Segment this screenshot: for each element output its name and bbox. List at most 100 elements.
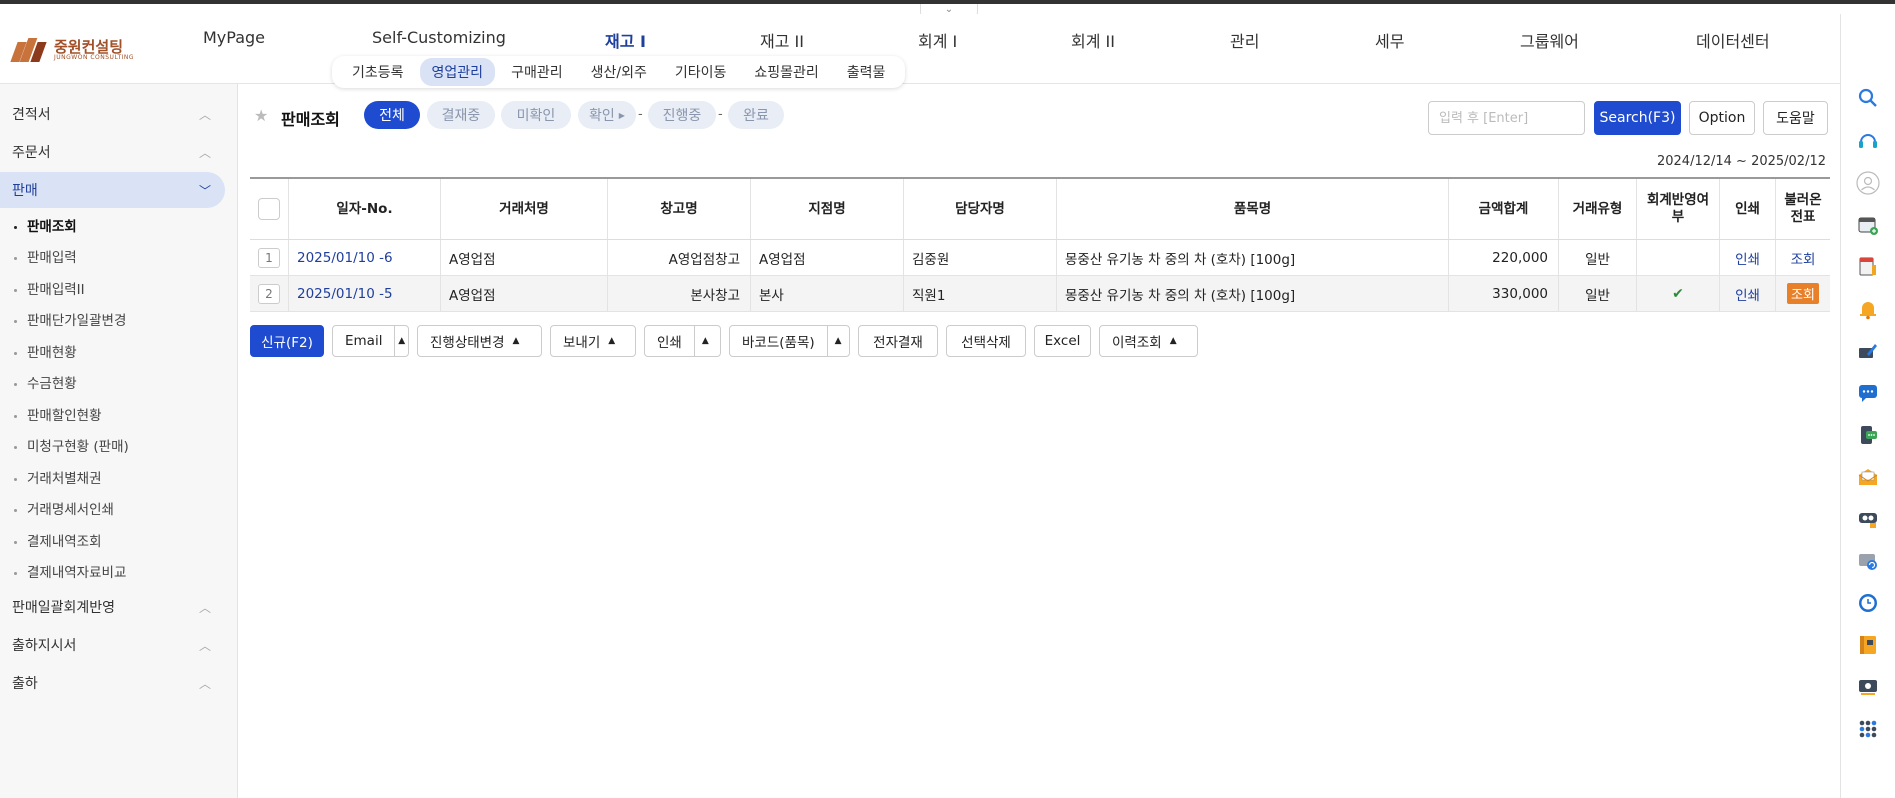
sidebar-item-collection-status[interactable]: 수금현황 bbox=[14, 372, 77, 392]
nav-inventory-2[interactable]: 재고 II bbox=[760, 28, 804, 52]
nav-mypage[interactable]: MyPage bbox=[203, 28, 265, 47]
filter-all[interactable]: 전체 bbox=[364, 101, 420, 129]
subnav-sales-management[interactable]: 영업관리 bbox=[419, 58, 496, 86]
apps-icon[interactable] bbox=[1856, 717, 1880, 741]
header-voucher[interactable]: 불러온전표 bbox=[1776, 179, 1830, 239]
subnav-basic-registration[interactable]: 기초등록 bbox=[340, 58, 416, 86]
sidebar-group-shipping[interactable]: 출하 ︿ bbox=[0, 665, 225, 701]
calendar-add-icon[interactable] bbox=[1856, 213, 1880, 237]
triangle-up-icon[interactable]: ▲ bbox=[394, 326, 408, 356]
voucher-link[interactable]: 조회 bbox=[1787, 283, 1819, 304]
search-input[interactable] bbox=[1428, 101, 1585, 135]
company-logo[interactable]: 중원컨설팅 JUNGWON CONSULTING bbox=[10, 34, 137, 66]
image-icon[interactable] bbox=[1856, 675, 1880, 699]
subnav-other-transfer[interactable]: 기타이동 bbox=[663, 58, 739, 86]
customer-cell: A영업점 bbox=[441, 276, 608, 311]
new-button[interactable]: 신규(F2) bbox=[250, 325, 324, 357]
header-item[interactable]: 품목명 bbox=[1057, 179, 1449, 239]
header-print[interactable]: 인쇄 bbox=[1720, 179, 1776, 239]
refresh-icon[interactable] bbox=[1856, 549, 1880, 573]
header-manager[interactable]: 담당자명 bbox=[904, 179, 1057, 239]
clock-icon[interactable] bbox=[1856, 591, 1880, 615]
sidebar-item-sales-input-2[interactable]: 판매입력II bbox=[14, 278, 85, 298]
sidebar-item-payment-compare[interactable]: 결제내역자료비교 bbox=[14, 561, 126, 581]
email-button[interactable]: Email ▲ bbox=[332, 325, 409, 357]
triangle-up-icon[interactable]: ▲ bbox=[826, 326, 849, 356]
option-button[interactable]: Option bbox=[1689, 101, 1755, 135]
nav-inventory-1[interactable]: 재고 I bbox=[605, 28, 646, 52]
search-icon[interactable] bbox=[1856, 86, 1880, 110]
status-change-button[interactable]: 진행상태변경 ▲ bbox=[417, 325, 542, 357]
history-button[interactable]: 이력조회 ▲ bbox=[1099, 325, 1198, 357]
nav-self-customizing[interactable]: Self-Customizing bbox=[372, 28, 506, 47]
nav-accounting-2[interactable]: 회계 II bbox=[1071, 28, 1115, 52]
sidebar-item-payment-inquiry[interactable]: 결제내역조회 bbox=[14, 530, 102, 550]
e-approval-button[interactable]: 전자결재 bbox=[858, 325, 938, 357]
bell-icon[interactable] bbox=[1856, 297, 1880, 321]
sidebar-item-sales-input[interactable]: 판매입력 bbox=[14, 246, 77, 266]
send-button[interactable]: 보내기 ▲ bbox=[550, 325, 636, 357]
sidebar-item-unbilled-status[interactable]: 미청구현황 (판매) bbox=[14, 435, 129, 455]
table-row[interactable]: 1 2025/01/10 -6 A영업점 A영업점창고 A영업점 김중원 몽중산… bbox=[250, 240, 1830, 276]
phone-chat-icon[interactable] bbox=[1856, 423, 1880, 447]
nav-management[interactable]: 관리 bbox=[1230, 28, 1259, 52]
row-number[interactable]: 2 bbox=[258, 283, 280, 304]
help-button[interactable]: 도움말 bbox=[1763, 101, 1828, 135]
book-icon[interactable] bbox=[1856, 633, 1880, 657]
subnav-shopping-mall[interactable]: 쇼핑몰관리 bbox=[742, 58, 830, 86]
filter-unconfirmed[interactable]: 미확인 bbox=[501, 101, 571, 129]
sidebar-group-bulk-accounting[interactable]: 판매일괄회계반영 ︿ bbox=[0, 589, 225, 625]
user-icon[interactable] bbox=[1856, 171, 1880, 195]
nav-tax[interactable]: 세무 bbox=[1375, 28, 1404, 52]
header-branch[interactable]: 지점명 bbox=[751, 179, 904, 239]
header-date-no[interactable]: 일자-No. bbox=[289, 179, 441, 239]
nav-accounting-1[interactable]: 회계 I bbox=[918, 28, 957, 52]
select-all-checkbox[interactable] bbox=[258, 198, 280, 220]
row-number[interactable]: 1 bbox=[258, 247, 280, 268]
print-button[interactable]: 인쇄 ▲ bbox=[644, 325, 721, 357]
header-type[interactable]: 거래유형 bbox=[1559, 179, 1637, 239]
header-customer[interactable]: 거래처명 bbox=[441, 179, 608, 239]
nav-data-center[interactable]: 데이터센터 bbox=[1696, 28, 1770, 52]
sidebar-group-quotation[interactable]: 견적서 ︿ bbox=[0, 96, 225, 132]
table-row[interactable]: 2 2025/01/10 -5 A영업점 본사창고 본사 직원1 몽중산 유기농… bbox=[250, 276, 1830, 312]
headset-icon[interactable] bbox=[1856, 129, 1880, 153]
sidebar-item-discount-status[interactable]: 판매할인현황 bbox=[14, 404, 102, 424]
subnav-production[interactable]: 생산/외주 bbox=[579, 58, 659, 86]
filter-confirmed[interactable]: 확인 ▶ bbox=[578, 101, 636, 129]
voucher-link[interactable]: 조회 bbox=[1791, 248, 1816, 268]
header-amount[interactable]: 금액합계 bbox=[1449, 179, 1559, 239]
sidebar-item-sales-inquiry[interactable]: 판매조회 bbox=[14, 215, 77, 235]
date-no-link[interactable]: 2025/01/10 -5 bbox=[297, 286, 393, 302]
barcode-button[interactable]: 바코드(품목) ▲ bbox=[729, 325, 850, 357]
triangle-up-icon[interactable]: ▲ bbox=[693, 326, 716, 356]
subnav-purchase-management[interactable]: 구매관리 bbox=[499, 58, 575, 86]
chat-icon[interactable] bbox=[1856, 381, 1880, 405]
sidebar-group-shipping-order[interactable]: 출하지시서 ︿ bbox=[0, 627, 225, 663]
star-icon[interactable]: ★ bbox=[254, 106, 268, 125]
filter-completed[interactable]: 완료 bbox=[728, 101, 784, 129]
sidebar-item-sales-status[interactable]: 판매현황 bbox=[14, 341, 77, 361]
print-link[interactable]: 인쇄 bbox=[1735, 248, 1760, 268]
sidebar-group-sales[interactable]: 판매 ﹀ bbox=[0, 172, 225, 208]
sidebar-item-price-bulk-change[interactable]: 판매단가일괄변경 bbox=[14, 309, 126, 329]
excel-button[interactable]: Excel bbox=[1034, 325, 1091, 357]
edit-icon[interactable] bbox=[1856, 339, 1880, 363]
filter-in-progress[interactable]: 진행중 bbox=[648, 101, 716, 129]
sidebar-item-receivables[interactable]: 거래처별채권 bbox=[14, 467, 102, 487]
header-accounting[interactable]: 회계반영여부 bbox=[1637, 179, 1720, 239]
delete-selected-button[interactable]: 선택삭제 bbox=[946, 325, 1026, 357]
sidebar-group-order[interactable]: 주문서 ︿ bbox=[0, 134, 225, 170]
mail-icon[interactable] bbox=[1856, 465, 1880, 489]
subnav-printouts[interactable]: 출력물 bbox=[835, 58, 898, 86]
search-button[interactable]: Search(F3) bbox=[1594, 101, 1681, 135]
print-link[interactable]: 인쇄 bbox=[1735, 284, 1760, 304]
nav-groupware[interactable]: 그룹웨어 bbox=[1520, 28, 1579, 52]
sidebar-item-statement-print[interactable]: 거래명세서인쇄 bbox=[14, 498, 114, 518]
note-icon[interactable] bbox=[1856, 255, 1880, 279]
header-warehouse[interactable]: 창고명 bbox=[608, 179, 751, 239]
eye-icon[interactable] bbox=[1856, 507, 1880, 531]
filter-in-approval[interactable]: 결재중 bbox=[427, 101, 495, 129]
date-no-link[interactable]: 2025/01/10 -6 bbox=[297, 250, 393, 266]
chevron-down-icon: ﹀ bbox=[198, 183, 211, 198]
